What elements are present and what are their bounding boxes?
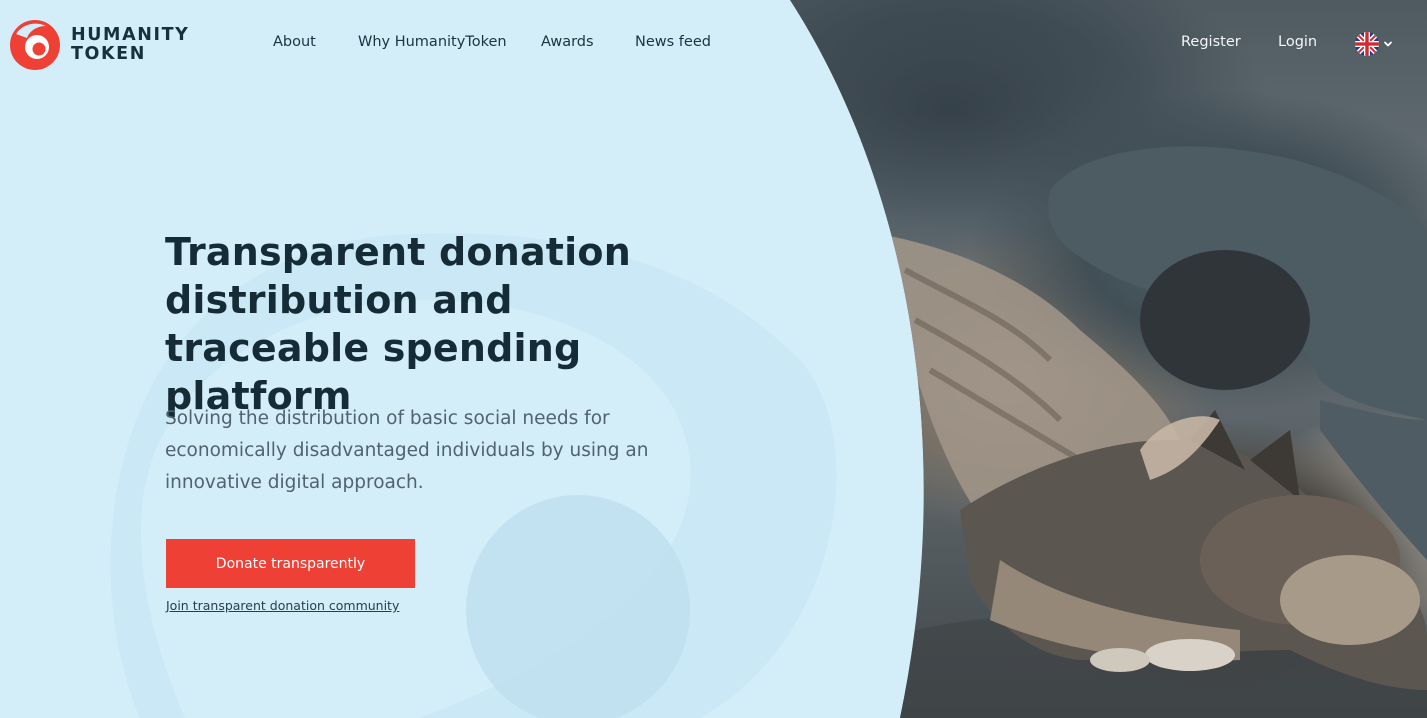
hero-subtext: Solving the distribution of basic social… <box>165 408 649 493</box>
humanity-token-logo-icon <box>10 20 60 70</box>
brand-logo[interactable]: HUMANITY TOKEN <box>10 20 189 70</box>
chevron-down-icon <box>1384 41 1392 47</box>
language-selector[interactable] <box>1355 32 1393 56</box>
hero-headline: Transparent donation distribution and tr… <box>165 230 631 418</box>
nav-item-awards[interactable]: Awards <box>541 34 594 50</box>
nav-item-about[interactable]: About <box>273 34 316 50</box>
nav-item-why-humanitytoken[interactable]: Why HumanityToken <box>358 34 507 50</box>
donate-transparently-button[interactable]: Donate transparently <box>166 539 415 588</box>
uk-flag-icon <box>1355 32 1379 56</box>
brand-line-2: TOKEN <box>71 44 146 64</box>
join-community-link[interactable]: Join transparent donation community <box>166 598 399 613</box>
register-link[interactable]: Register <box>1181 34 1241 50</box>
brand-wordmark: HUMANITY TOKEN <box>71 26 189 64</box>
brand-line-1: HUMANITY <box>71 25 190 45</box>
nav-item-news-feed[interactable]: News feed <box>635 34 711 50</box>
login-link[interactable]: Login <box>1278 34 1317 50</box>
